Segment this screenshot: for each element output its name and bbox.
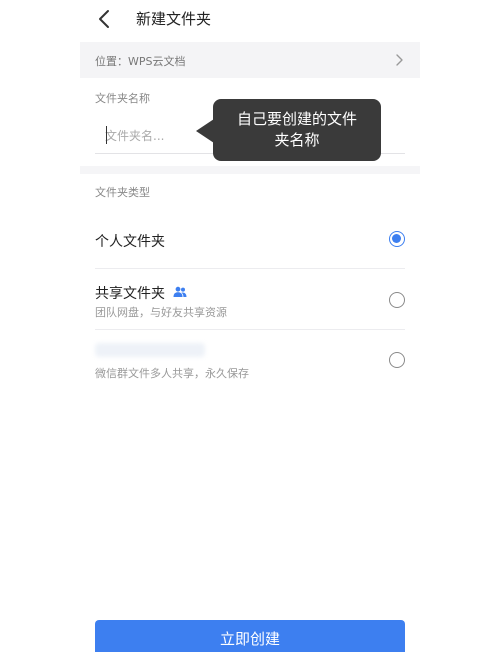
- option-personal-folder[interactable]: 个人文件夹: [95, 225, 405, 255]
- folder-name-label: 文件夹名称: [95, 92, 150, 105]
- location-row[interactable]: 位置：WPS云文档: [80, 42, 420, 78]
- chevron-right-icon: [396, 54, 403, 66]
- radio-unselected[interactable]: [389, 292, 405, 308]
- radio-unselected[interactable]: [389, 352, 405, 368]
- create-button[interactable]: 立即创建: [95, 620, 405, 652]
- option-subtitle: 微信群文件多人共享，永久保存: [95, 367, 249, 380]
- location-text: 位置：WPS云文档: [95, 55, 186, 68]
- radio-selected[interactable]: [389, 231, 405, 247]
- divider: [95, 268, 405, 269]
- divider: [95, 329, 405, 330]
- tooltip-arrow: [196, 119, 214, 143]
- folder-type-label: 文件夹类型: [95, 186, 150, 199]
- text-caret: [106, 126, 107, 144]
- tooltip-line1: 自己要创建的文件: [236, 110, 357, 128]
- option-title: 共享文件夹: [95, 286, 165, 302]
- group-icon: [173, 286, 187, 297]
- tooltip: 自己要创建的文件 夹名称: [213, 99, 381, 161]
- option-title: 个人文件夹: [95, 234, 165, 250]
- option-shared-folder[interactable]: 共享文件夹 团队网盘，与好友共享资源: [95, 280, 405, 322]
- new-folder-screen: 新建文件夹 位置：WPS云文档 文件夹名称 自己要创建的文件 夹名称 文件夹类型…: [80, 0, 420, 652]
- tooltip-line2: 夹名称: [274, 131, 320, 149]
- chevron-left-icon[interactable]: [94, 8, 116, 30]
- page-title: 新建文件夹: [136, 10, 212, 28]
- section-gap: [80, 166, 420, 174]
- header: 新建文件夹: [80, 0, 420, 40]
- option-subtitle: 团队网盘，与好友共享资源: [95, 306, 227, 319]
- option-wechat-folder[interactable]: 微信群文件多人共享，永久保存: [95, 341, 405, 383]
